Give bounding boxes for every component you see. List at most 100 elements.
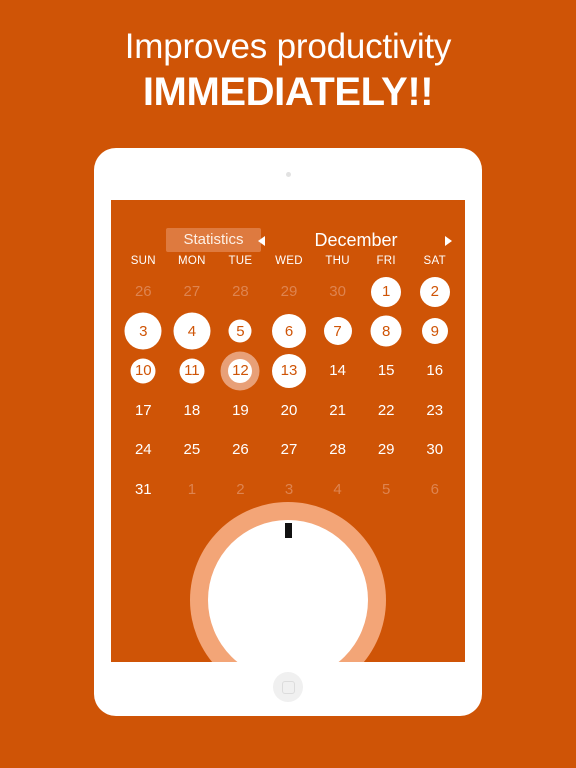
day-number: 11 xyxy=(184,362,200,380)
weekday-label-wed: WED xyxy=(275,255,303,267)
day-number: 22 xyxy=(377,401,395,419)
weekday-label-thu: THU xyxy=(325,255,350,267)
calendar-day-cell[interactable]: 19 xyxy=(216,391,265,431)
calendar-day-cell[interactable]: 5 xyxy=(362,470,411,510)
calendar-day-cell[interactable]: 12 xyxy=(216,351,265,391)
gauge-needle xyxy=(284,523,292,538)
calendar-day-cell[interactable]: 2 xyxy=(216,470,265,510)
day-number: 6 xyxy=(430,480,439,498)
day-number: 18 xyxy=(183,401,201,419)
calendar-day-cell[interactable]: 29 xyxy=(265,272,314,312)
calendar-week-row: 3 4 5 6 7 8 9 xyxy=(119,312,459,352)
day-number: 29 xyxy=(280,283,298,301)
calendar-day-cell[interactable]: 9 xyxy=(410,312,459,352)
day-number: 13 xyxy=(280,362,298,380)
day-number: 8 xyxy=(382,322,391,340)
day-number: 31 xyxy=(134,480,152,498)
calendar-day-cell[interactable]: 31 xyxy=(119,470,168,510)
calendar-day-cell[interactable]: 18 xyxy=(168,391,217,431)
calendar-day-cell[interactable]: 17 xyxy=(119,391,168,431)
calendar-week-row: 10 11 12 13 14 15 16 xyxy=(119,351,459,391)
day-number: 3 xyxy=(284,480,294,498)
calendar-day-cell[interactable]: 16 xyxy=(410,351,459,391)
calendar-day-cell[interactable]: 30 xyxy=(313,272,362,312)
weekday-label-fri: FRI xyxy=(376,255,396,267)
calendar-day-cell[interactable]: 21 xyxy=(313,391,362,431)
weekday-header-row: SUN MON TUE WED THU FRI SAT xyxy=(119,255,459,267)
calendar-header: Statistics December xyxy=(111,228,465,252)
calendar-day-cell[interactable]: 5 xyxy=(216,312,265,352)
calendar-day-cell[interactable]: 28 xyxy=(216,272,265,312)
day-number: 25 xyxy=(183,441,201,459)
calendar-day-cell[interactable]: 2 xyxy=(410,272,459,312)
calendar-day-cell[interactable]: 6 xyxy=(265,312,314,352)
day-number: 19 xyxy=(232,401,249,419)
home-button[interactable] xyxy=(273,672,303,702)
calendar-day-cell[interactable]: 27 xyxy=(265,430,314,470)
calendar-day-cell[interactable]: 13 xyxy=(265,351,314,391)
calendar-week-row: 26 27 28 29 30 1 2 xyxy=(119,272,459,312)
calendar-day-cell[interactable]: 29 xyxy=(362,430,411,470)
day-number: 5 xyxy=(382,480,391,498)
day-number: 26 xyxy=(134,283,152,301)
calendar-day-cell[interactable]: 1 xyxy=(168,470,217,510)
calendar-day-cell[interactable]: 30 xyxy=(410,430,459,470)
day-number: 17 xyxy=(134,401,152,419)
day-number: 2 xyxy=(430,283,439,301)
day-number: 27 xyxy=(183,283,201,301)
day-number: 15 xyxy=(377,362,395,380)
calendar-day-cell[interactable]: 3 xyxy=(119,312,168,352)
calendar-day-cell[interactable]: 25 xyxy=(168,430,217,470)
calendar-day-cell[interactable]: 26 xyxy=(216,430,265,470)
day-number: 7 xyxy=(333,322,342,340)
calendar-day-cell[interactable]: 23 xyxy=(410,391,459,431)
day-number: 20 xyxy=(280,401,298,419)
calendar-day-cell[interactable]: 6 xyxy=(410,470,459,510)
tablet-screen: Statistics December SUN MON TUE WED THU FRI SA… xyxy=(111,200,465,662)
calendar-day-grid: 26 27 28 29 30 1 2 3 4 5 6 7 8 9 10 11 12 13 14 15 16 17 18 19 2… xyxy=(119,272,459,509)
day-number: 6 xyxy=(284,322,294,340)
calendar-day-cell[interactable]: 24 xyxy=(119,430,168,470)
day-number: 12 xyxy=(232,362,249,380)
day-number: 3 xyxy=(139,322,148,340)
statistics-button[interactable]: Statistics xyxy=(166,228,261,252)
day-number: 27 xyxy=(280,441,298,459)
calendar-day-cell[interactable]: 14 xyxy=(313,351,362,391)
day-number: 28 xyxy=(329,441,346,459)
calendar-day-cell[interactable]: 20 xyxy=(265,391,314,431)
calendar-day-cell[interactable]: 28 xyxy=(313,430,362,470)
calendar-day-cell[interactable]: 15 xyxy=(362,351,411,391)
calendar-day-cell[interactable]: 27 xyxy=(168,272,217,312)
calendar-week-row: 17 18 19 20 21 22 23 xyxy=(119,391,459,431)
weekday-label-mon: MON xyxy=(178,255,206,267)
month-navigation: December xyxy=(256,228,456,252)
day-number: 29 xyxy=(377,441,395,459)
day-number: 9 xyxy=(430,322,439,340)
calendar-day-cell[interactable]: 11 xyxy=(168,351,217,391)
day-number: 10 xyxy=(134,362,152,380)
calendar-day-cell[interactable]: 26 xyxy=(119,272,168,312)
day-number: 4 xyxy=(333,480,342,498)
next-month-arrow-icon[interactable] xyxy=(445,236,452,246)
day-number: 2 xyxy=(236,480,245,498)
calendar-day-cell[interactable]: 4 xyxy=(313,470,362,510)
calendar-week-row: 24 25 26 27 28 29 30 xyxy=(119,430,459,470)
headline: Improves productivity IMMEDIATELY!! xyxy=(0,26,576,116)
tablet-device: Statistics December SUN MON TUE WED THU FRI SA… xyxy=(94,148,482,716)
weekday-label-tue: TUE xyxy=(228,255,253,267)
day-number: 1 xyxy=(382,283,391,301)
calendar-day-cell[interactable]: 4 xyxy=(168,312,217,352)
calendar-day-cell[interactable]: 22 xyxy=(362,391,411,431)
day-number: 30 xyxy=(426,441,444,459)
weekday-label-sun: SUN xyxy=(130,255,156,267)
day-number: 26 xyxy=(232,441,249,459)
camera-icon xyxy=(285,172,291,177)
calendar-day-cell[interactable]: 7 xyxy=(313,312,362,352)
day-number: 21 xyxy=(329,401,346,419)
calendar-day-cell[interactable]: 10 xyxy=(119,351,168,391)
day-number: 4 xyxy=(187,322,197,340)
calendar-day-cell[interactable]: 1 xyxy=(362,272,411,312)
day-number: 16 xyxy=(426,362,444,380)
day-number: 5 xyxy=(236,322,245,340)
calendar-day-cell[interactable]: 8 xyxy=(362,312,411,352)
